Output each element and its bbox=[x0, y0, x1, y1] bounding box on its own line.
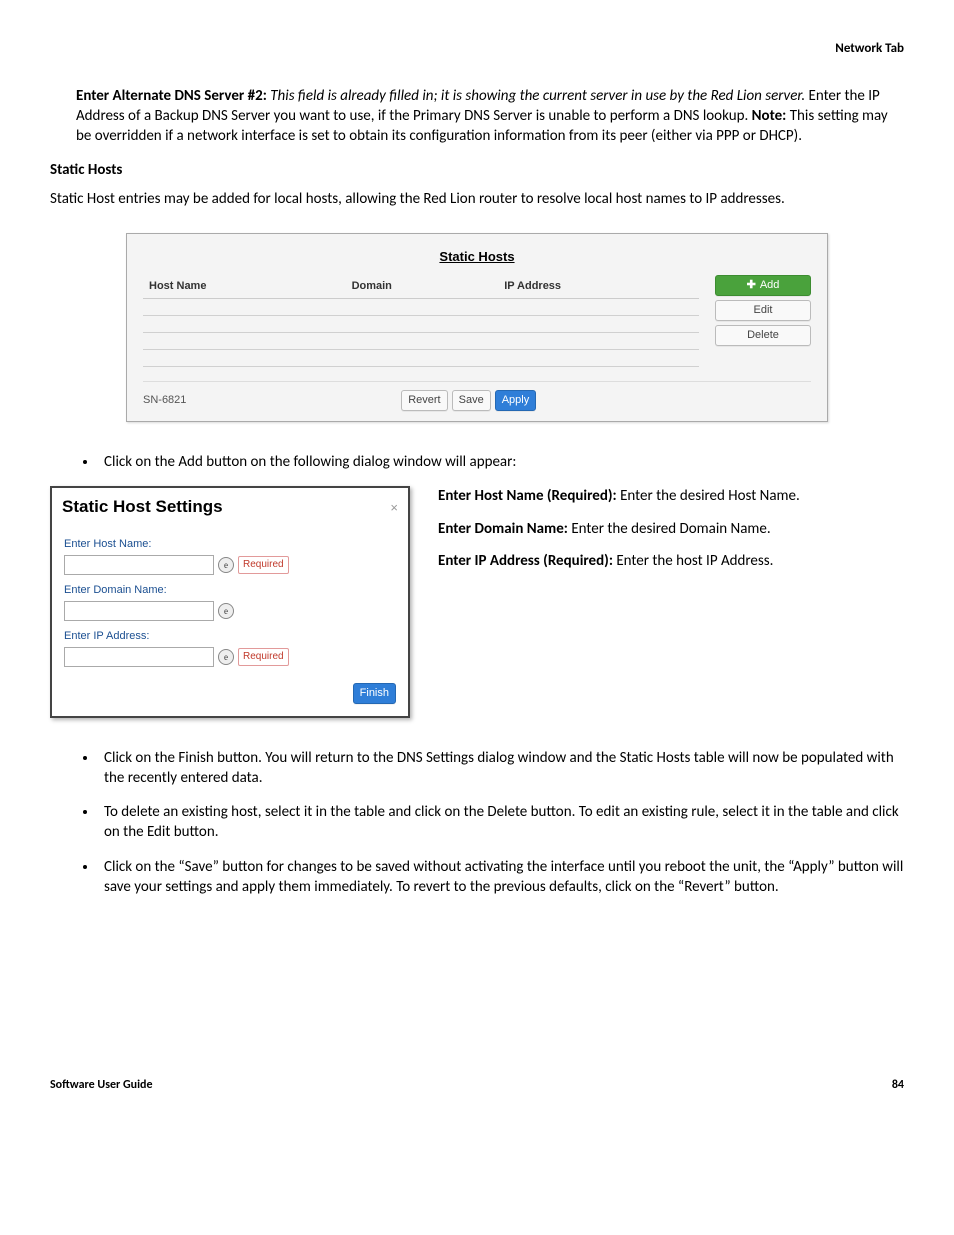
table-row[interactable] bbox=[143, 350, 699, 367]
table-row[interactable] bbox=[143, 316, 699, 333]
close-icon[interactable]: × bbox=[390, 499, 398, 517]
domain-label: Enter Domain Name: bbox=[64, 583, 396, 598]
static-hosts-heading: Static Hosts bbox=[50, 160, 904, 180]
col-domain: Domain bbox=[346, 275, 499, 298]
desc-domain-text: Enter the desired Domain Name. bbox=[568, 520, 771, 538]
dns-field-italic: This field is already filled in; it is s… bbox=[267, 87, 805, 105]
panel-title: Static Hosts bbox=[143, 248, 811, 266]
intro-paragraph: Enter Alternate DNS Server #2: This fiel… bbox=[76, 86, 904, 147]
bullet-finish: Click on the Finish button. You will ret… bbox=[98, 748, 904, 789]
hostname-input[interactable] bbox=[64, 555, 214, 575]
info-icon[interactable]: e bbox=[218, 557, 234, 573]
note-label: Note: bbox=[752, 107, 787, 125]
save-button[interactable]: Save bbox=[452, 390, 491, 411]
dns-field-label: Enter Alternate DNS Server #2: bbox=[76, 87, 267, 105]
dialog-title: Static Host Settings bbox=[62, 496, 223, 519]
static-host-settings-dialog: Static Host Settings × Enter Host Name: … bbox=[50, 486, 410, 717]
static-hosts-table: Host Name Domain IP Address bbox=[143, 275, 699, 367]
plus-icon: ✚ bbox=[747, 278, 756, 293]
add-button[interactable]: ✚ Add bbox=[715, 275, 811, 296]
desc-ip-text: Enter the host IP Address. bbox=[613, 552, 773, 570]
delete-button[interactable]: Delete bbox=[715, 325, 811, 346]
edit-button[interactable]: Edit bbox=[715, 300, 811, 321]
bullet-save-apply-revert: Click on the “Save” button for changes t… bbox=[98, 857, 904, 898]
info-icon[interactable]: e bbox=[218, 603, 234, 619]
static-hosts-sub: Static Host entries may be added for loc… bbox=[50, 189, 904, 209]
footer-left: Software User Guide bbox=[50, 1077, 153, 1093]
desc-ip-label: Enter IP Address (Required): bbox=[438, 552, 613, 570]
desc-hostname-label: Enter Host Name (Required): bbox=[438, 487, 617, 505]
ip-input[interactable] bbox=[64, 647, 214, 667]
required-tag: Required bbox=[238, 648, 289, 666]
device-id: SN-6821 bbox=[143, 393, 186, 408]
table-row[interactable] bbox=[143, 333, 699, 350]
ip-label: Enter IP Address: bbox=[64, 629, 396, 644]
finish-button[interactable]: Finish bbox=[353, 683, 396, 704]
desc-hostname-text: Enter the desired Host Name. bbox=[617, 487, 800, 505]
field-descriptions: Enter Host Name (Required): Enter the de… bbox=[438, 486, 800, 583]
apply-button[interactable]: Apply bbox=[495, 390, 537, 411]
table-row[interactable] bbox=[143, 299, 699, 316]
info-icon[interactable]: e bbox=[218, 649, 234, 665]
bullet-add: Click on the Add button on the following… bbox=[98, 452, 904, 472]
desc-domain-label: Enter Domain Name: bbox=[438, 520, 568, 538]
col-hostname: Host Name bbox=[143, 275, 346, 298]
page-number: 84 bbox=[892, 1077, 904, 1093]
required-tag: Required bbox=[238, 556, 289, 574]
domain-input[interactable] bbox=[64, 601, 214, 621]
hostname-label: Enter Host Name: bbox=[64, 537, 396, 552]
revert-button[interactable]: Revert bbox=[401, 390, 447, 411]
static-hosts-panel: Static Hosts Host Name Domain IP Address… bbox=[126, 233, 828, 422]
col-ip: IP Address bbox=[498, 275, 699, 298]
add-button-label: Add bbox=[760, 278, 780, 293]
page-header-section: Network Tab bbox=[50, 40, 904, 58]
bullet-delete-edit: To delete an existing host, select it in… bbox=[98, 802, 904, 843]
